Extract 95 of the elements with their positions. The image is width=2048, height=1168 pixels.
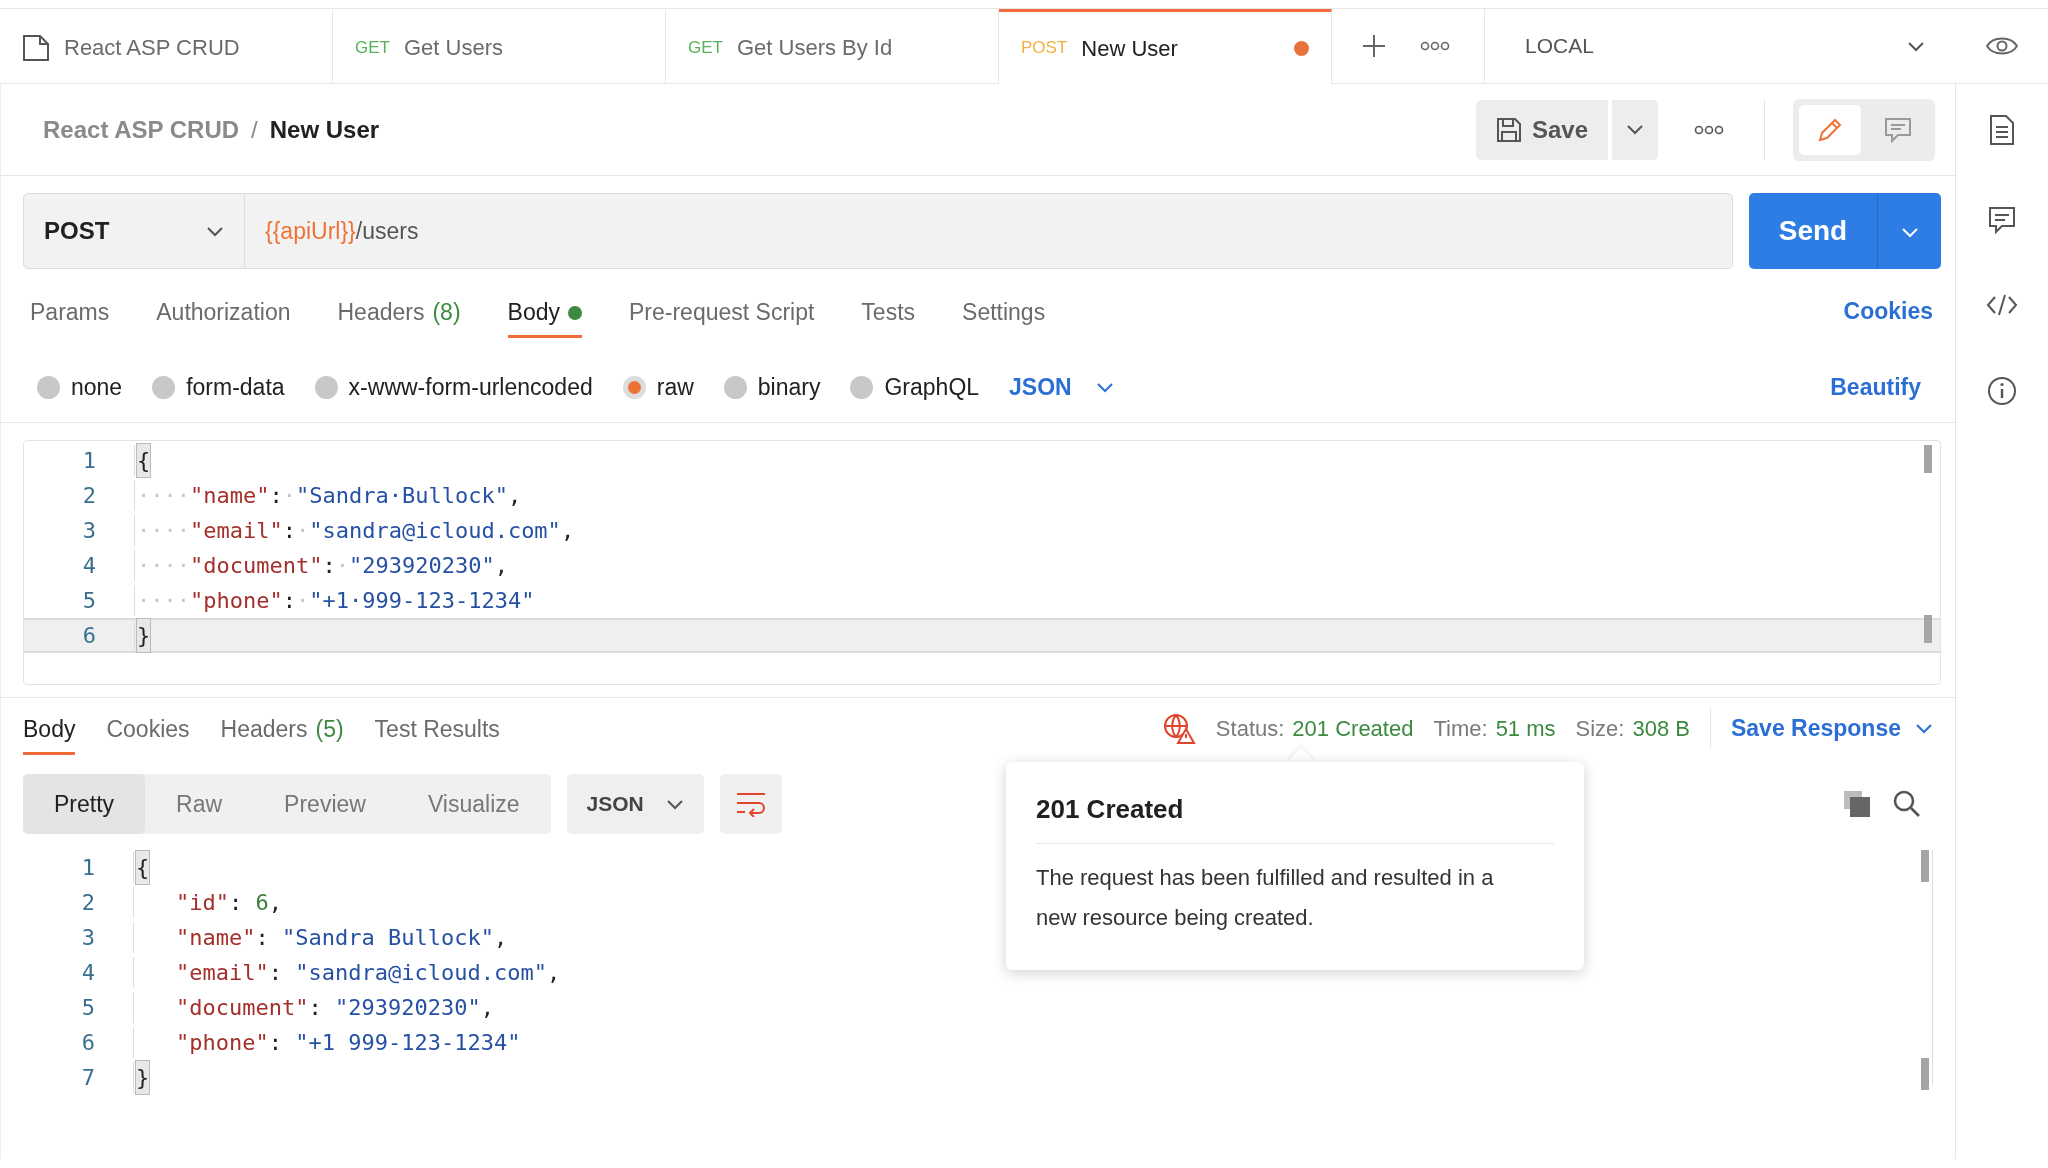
response-tab[interactable]: Headers (5) <box>220 701 344 755</box>
code-line: { <box>133 852 150 883</box>
document-icon[interactable] <box>1989 114 2015 146</box>
line-number: 2 <box>81 482 96 510</box>
breadcrumb-separator: / <box>251 114 258 145</box>
code-line: { <box>134 445 151 476</box>
chevron-down-icon <box>1915 722 1933 734</box>
edit-button[interactable] <box>1799 104 1861 155</box>
request-tab[interactable]: POST New User <box>999 9 1332 84</box>
line-number: 5 <box>80 994 95 1022</box>
unsaved-dot <box>1294 40 1309 56</box>
comment-icon[interactable] <box>1988 206 2016 234</box>
scrollbar-thumb <box>1924 615 1932 643</box>
code-line: } <box>134 620 151 651</box>
wrap-lines-button[interactable] <box>719 774 782 834</box>
request-section-tab[interactable]: Tests <box>861 284 916 338</box>
scrollbar-thumb <box>1921 850 1929 882</box>
document-icon <box>22 33 50 62</box>
code-line: "document": "293920230", <box>133 992 494 1023</box>
code-line: "email": "sandra@icloud.com", <box>133 957 561 988</box>
code-line: "phone": "+1 999-123-1234" <box>133 1027 521 1058</box>
line-number: 3 <box>81 517 96 545</box>
line-number: 4 <box>81 552 96 580</box>
globe-warning-icon <box>1161 712 1196 744</box>
code-line: "id": 6, <box>133 887 282 918</box>
body-type-radio[interactable]: form-data <box>152 370 285 405</box>
view-mode-button[interactable]: Pretty <box>23 774 146 834</box>
status-label: Size: <box>1575 714 1625 743</box>
code-line: ····"name":·"Sandra·Bullock", <box>134 480 522 511</box>
eye-icon[interactable] <box>1984 35 2019 57</box>
view-mode-button[interactable]: Raw <box>145 774 254 834</box>
tooltip-text: The request has been fulfilled and resulted in a new resource being created. <box>1036 864 1495 932</box>
request-section-tab[interactable]: Params <box>30 284 110 338</box>
breadcrumb-link[interactable]: React ASP CRUD <box>43 111 240 148</box>
status-value: 51 ms <box>1495 714 1556 743</box>
plus-icon[interactable] <box>1362 34 1386 58</box>
tooltip-title: 201 Created <box>1036 790 1554 844</box>
comment-icon <box>1884 116 1912 143</box>
line-number: 2 <box>80 889 95 917</box>
chevron-down-icon <box>1626 124 1644 135</box>
code-editor[interactable]: 1 { 2 ····"name":·"Sandra·Bullock", 3 ····"email":·"sandra@icloud.com", 4 ····"document":·"293920230", 5 ····"phone":·"+1·999-123-1234" 6 } <box>23 440 1941 685</box>
chevron-down-icon <box>1095 382 1114 393</box>
line-number: 1 <box>80 854 95 882</box>
line-number: 3 <box>80 924 95 952</box>
status-label: Time: <box>1433 714 1488 743</box>
code-line: "name": "Sandra Bullock", <box>133 922 508 953</box>
search-icon[interactable] <box>1893 790 1921 818</box>
language-select[interactable]: JSON <box>1009 370 1114 405</box>
request-section-tab[interactable]: Headers (8) <box>337 284 461 338</box>
copy-icon[interactable] <box>1843 790 1871 818</box>
line-number: 5 <box>81 587 96 615</box>
line-number: 4 <box>80 959 95 987</box>
environment-select[interactable]: LOCAL <box>1484 9 1955 83</box>
status-dot <box>568 305 582 320</box>
code-line: } <box>133 1062 150 1093</box>
save-button[interactable]: Save <box>1475 99 1608 160</box>
line-number: 1 <box>81 447 96 475</box>
info-icon[interactable] <box>1987 376 2017 406</box>
line-number: 6 <box>80 1029 95 1057</box>
response-tab[interactable]: Body <box>23 701 76 755</box>
code-line: ····"document":·"293920230", <box>134 550 508 581</box>
chevron-down-icon <box>1907 40 1925 52</box>
scrollbar-thumb <box>1921 1058 1929 1090</box>
more-icon[interactable] <box>1420 41 1450 51</box>
body-type-radio[interactable]: GraphQL <box>850 370 980 405</box>
code-line: ····"email":·"sandra@icloud.com", <box>134 515 575 546</box>
body-type-radio[interactable]: none <box>37 370 123 405</box>
line-number: 6 <box>81 622 96 650</box>
chevron-down-icon <box>665 798 684 810</box>
chevron-down-icon <box>1900 227 1919 239</box>
line-number: 7 <box>80 1064 95 1092</box>
request-section-tab[interactable]: Pre-request Script <box>629 284 815 338</box>
view-mode-button[interactable]: Visualize <box>396 774 551 834</box>
more-icon[interactable] <box>1694 124 1724 135</box>
body-type-radio[interactable]: x-www-form-urlencoded <box>314 370 593 405</box>
request-section-tab[interactable]: Body <box>507 284 582 338</box>
code-line: ····"phone":·"+1·999-123-1234" <box>134 585 535 616</box>
response-tab[interactable]: Test Results <box>374 701 500 755</box>
save-response-link[interactable]: Save Response <box>1730 710 1933 746</box>
cookies-link[interactable]: Cookies <box>1843 293 1933 329</box>
request-section-tab[interactable]: Authorization <box>156 284 291 338</box>
body-type-radio[interactable]: raw <box>622 370 694 405</box>
response-tab[interactable]: Cookies <box>106 701 190 755</box>
beautify-link[interactable]: Beautify <box>1830 370 1921 405</box>
view-mode-button[interactable]: Preview <box>253 774 397 834</box>
status-label: Status: <box>1215 714 1285 743</box>
breadcrumb-current: New User <box>269 114 380 145</box>
status-value: 201 Created <box>1292 714 1414 743</box>
code-icon[interactable] <box>1986 294 2018 316</box>
scrollbar-thumb <box>1924 445 1932 473</box>
request-section-tab[interactable]: Settings <box>962 284 1046 338</box>
body-type-radio[interactable]: binary <box>723 370 821 405</box>
status-value: 308 B <box>1632 714 1690 743</box>
format-select[interactable]: JSON <box>566 774 704 834</box>
wrap-lines-icon <box>734 791 767 817</box>
